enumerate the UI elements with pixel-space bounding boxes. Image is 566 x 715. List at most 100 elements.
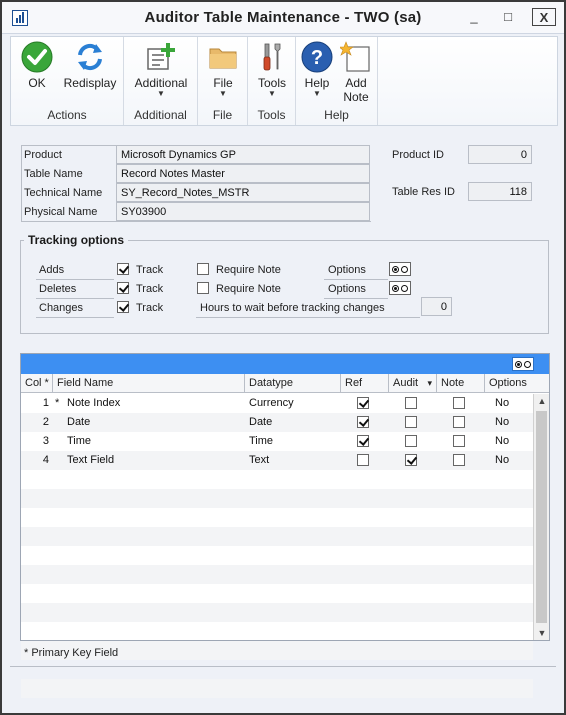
row-options-value: No (495, 397, 510, 409)
ribbon-group-additional: Additional ▼ Additional (124, 37, 198, 125)
deletes-require-note-checkbox[interactable] (197, 282, 209, 294)
empty-table-row[interactable] (21, 527, 533, 546)
ribbon-group-label-help: Help (324, 108, 349, 122)
grid-header-row: Col * Field Name Datatype Ref Audit ▾ No… (21, 374, 549, 393)
help-button[interactable]: ? Help ▼ (298, 41, 336, 98)
ok-check-icon (21, 41, 53, 73)
adds-options-button[interactable] (389, 262, 411, 276)
deletes-track-checkbox[interactable] (117, 282, 129, 294)
status-bar (10, 670, 556, 692)
row-note-checkbox[interactable] (453, 454, 465, 466)
empty-table-row[interactable] (21, 565, 533, 584)
minimize-button[interactable]: _ (462, 8, 486, 26)
scroll-up-icon[interactable]: ▲ (534, 394, 550, 408)
row-datatype: Time (249, 435, 274, 447)
row-ref-checkbox[interactable] (357, 435, 369, 447)
row-field-name: Text Field (67, 454, 115, 466)
svg-text:?: ? (311, 47, 323, 69)
adds-track-checkbox[interactable] (117, 263, 129, 275)
table-row[interactable]: 3 Time Time No (21, 432, 533, 451)
primary-key-marker: * (55, 397, 60, 409)
add-note-button[interactable]: Add Note (336, 41, 376, 104)
footer-divider (10, 666, 556, 667)
add-note-label-line2: Note (343, 90, 369, 104)
folder-icon (209, 48, 237, 69)
additional-button[interactable]: Additional ▼ (128, 41, 194, 98)
table-name-value: Record Notes Master (116, 164, 370, 183)
grid-vertical-scrollbar[interactable]: ▲ ▼ (533, 394, 549, 640)
row-note-checkbox[interactable] (453, 435, 465, 447)
adds-require-note-checkbox[interactable] (197, 263, 209, 275)
table-row[interactable]: 1 * Note Index Currency No (21, 394, 533, 413)
table-row[interactable]: 4 Text Field Text No (21, 451, 533, 470)
radio-selected-icon (392, 285, 399, 292)
row-field-name: Time (67, 435, 92, 447)
empty-table-row[interactable] (21, 508, 533, 527)
physical-name-value: SY03900 (116, 202, 370, 221)
empty-table-row[interactable] (21, 546, 533, 565)
row-ref-checkbox[interactable] (357, 454, 369, 466)
chevron-down-icon: ▼ (313, 89, 321, 98)
hours-to-wait-input[interactable]: 0 (421, 297, 452, 316)
deletes-label: Deletes (39, 283, 77, 295)
row-audit-checkbox[interactable] (405, 397, 417, 409)
ok-button-label: OK (28, 76, 46, 90)
radio-empty-icon (401, 266, 408, 273)
redisplay-button[interactable]: Redisplay (61, 41, 119, 90)
row-ref-checkbox[interactable] (357, 416, 369, 428)
col-header-col[interactable]: Col * (21, 374, 53, 392)
additional-button-label: Additional (134, 76, 188, 90)
file-button-label: File (213, 76, 233, 90)
deletes-options-button[interactable] (389, 281, 411, 295)
table-name-label: Table Name (24, 168, 83, 180)
scroll-down-icon[interactable]: ▼ (534, 626, 550, 640)
col-header-note[interactable]: Note (437, 374, 485, 392)
maximize-button[interactable]: □ (496, 8, 520, 26)
help-button-label: Help (304, 76, 330, 90)
row-note-checkbox[interactable] (453, 416, 465, 428)
col-header-ref[interactable]: Ref (341, 374, 389, 392)
close-button[interactable]: X (532, 8, 556, 26)
col-header-options[interactable]: Options (485, 374, 549, 392)
file-button[interactable]: File ▼ (202, 41, 244, 98)
changes-track-checkbox[interactable] (117, 301, 129, 313)
ribbon-group-label-additional: Additional (134, 108, 187, 122)
table-res-id-label: Table Res ID (392, 186, 455, 198)
empty-table-row[interactable] (21, 584, 533, 603)
col-header-datatype[interactable]: Datatype (245, 374, 341, 392)
radio-selected-icon (515, 361, 522, 368)
physical-name-label: Physical Name (24, 206, 98, 218)
chevron-down-icon: ▼ (157, 89, 165, 98)
primary-key-marker (55, 432, 65, 451)
row-options-value: No (495, 435, 510, 447)
row-ref-checkbox[interactable] (357, 397, 369, 409)
ribbon-group-label-file: File (212, 108, 233, 122)
row-datatype: Date (249, 416, 273, 428)
radio-empty-icon (524, 361, 531, 368)
col-header-field-name[interactable]: Field Name (53, 374, 245, 392)
row-note-checkbox[interactable] (453, 397, 465, 409)
row-audit-checkbox[interactable] (405, 416, 417, 428)
empty-table-row[interactable] (21, 489, 533, 508)
col-header-audit[interactable]: Audit ▾ (389, 374, 437, 392)
row-col-number: 4 (42, 454, 49, 466)
redisplay-button-label: Redisplay (63, 76, 117, 90)
empty-table-row[interactable] (21, 622, 533, 641)
row-audit-checkbox[interactable] (405, 435, 417, 447)
deletes-require-note-label: Require Note (216, 283, 281, 295)
ribbon-group-file: File ▼ File (198, 37, 248, 125)
chevron-down-icon: ▼ (219, 89, 227, 98)
grid-expand-button[interactable] (512, 357, 534, 371)
empty-table-row[interactable] (21, 470, 533, 489)
row-audit-checkbox[interactable] (405, 454, 417, 466)
product-id-value: 0 (468, 145, 532, 164)
scrollbar-thumb[interactable] (536, 411, 547, 623)
ok-button[interactable]: OK (15, 41, 59, 90)
tools-button[interactable]: Tools ▼ (251, 41, 293, 98)
empty-table-row[interactable] (21, 603, 533, 622)
sort-down-icon: ▾ (427, 378, 432, 388)
product-value: Microsoft Dynamics GP (116, 145, 370, 164)
ribbon-group-actions: OK Redisplay Actions (11, 37, 124, 125)
add-note-label-line1: Add (345, 76, 367, 90)
table-row[interactable]: 2 Date Date No (21, 413, 533, 432)
